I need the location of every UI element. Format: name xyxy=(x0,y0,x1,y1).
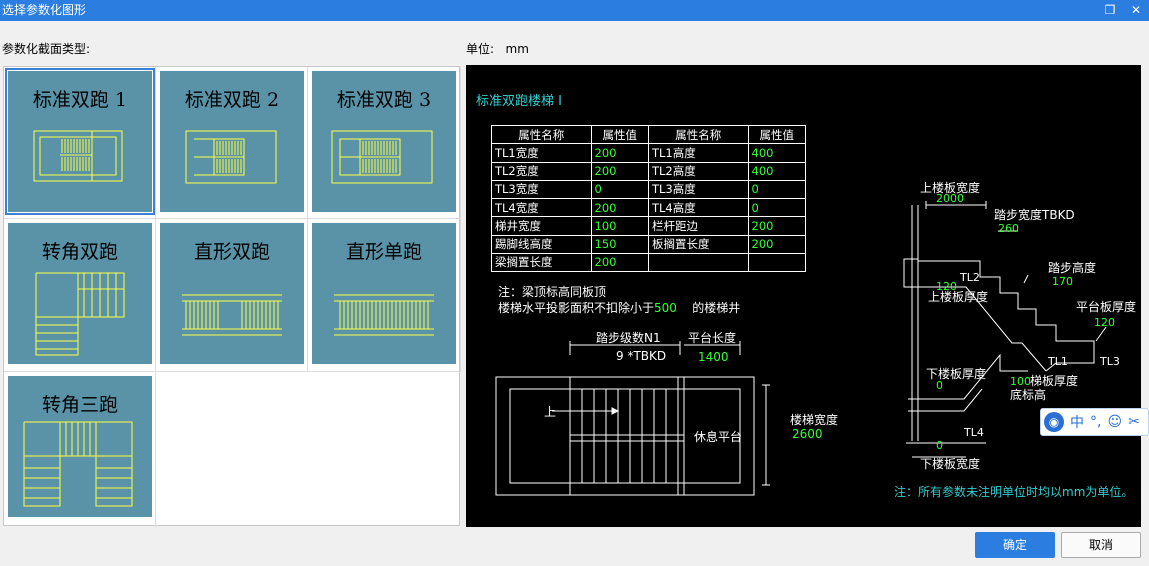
window-title: 选择参数化图形 xyxy=(2,3,87,17)
tile-standard-double-3[interactable]: 标准双跑 3 xyxy=(308,67,461,219)
stair-width-label: 楼梯宽度 xyxy=(790,413,839,427)
restore-icon[interactable]: ❐ xyxy=(1097,0,1123,21)
tl1-label: TL1 xyxy=(1048,355,1068,368)
ime-emoji-icon[interactable]: ☺ xyxy=(1107,414,1122,430)
stair-drawing xyxy=(495,201,1107,496)
rest-platform-label: 休息平台 xyxy=(694,430,743,444)
stair-thickness-label: 梯板厚度 xyxy=(1030,374,1079,388)
section-type-gallery: 标准双跑 1 标准双跑 2 标准双跑 3 转角双跑 直形双跑 直形单跑 转角三跑 xyxy=(3,66,461,527)
stair-thumbnail-icon xyxy=(185,130,277,184)
ime-toolbar[interactable]: ◉ 中 °, ☺ ✂ xyxy=(1040,408,1149,436)
tread-width-value: 260 xyxy=(998,222,1019,235)
tread-height-value: 170 xyxy=(1052,275,1073,288)
unit-value: mm xyxy=(505,42,529,56)
bottom-slab-thickness-label: 下楼板厚度 xyxy=(926,367,987,381)
title-bar: 选择参数化图形 ❐ ✕ xyxy=(0,0,1149,21)
bottom-elevation-label: 底标高 xyxy=(1010,388,1047,402)
ok-button[interactable]: 确定 xyxy=(975,532,1055,558)
tread-width-label: 踏步宽度TBKD xyxy=(994,208,1075,222)
ime-mode[interactable]: 中 xyxy=(1070,412,1084,432)
stair-thumbnail-icon xyxy=(23,421,133,507)
steps-value: 9 *TBKD xyxy=(616,349,667,363)
platform-thickness-label: 平台板厚度 xyxy=(1076,300,1137,314)
stair-thumbnail-icon xyxy=(334,294,434,336)
ime-punctuation-icon[interactable]: °, xyxy=(1090,414,1101,430)
val-100: 100 xyxy=(1010,375,1031,388)
tile-corner-triple[interactable]: 转角三跑 xyxy=(4,372,156,527)
tl3-label: TL3 xyxy=(1100,355,1120,368)
tile-straight-double[interactable]: 直形双跑 xyxy=(156,219,308,372)
val-0b: 0 xyxy=(936,439,943,452)
ime-logo-icon[interactable]: ◉ xyxy=(1044,412,1064,432)
cancel-button[interactable]: 取消 xyxy=(1061,532,1141,558)
tl2-label: TL2 xyxy=(960,271,980,284)
steps-label: 踏步级数N1 xyxy=(596,331,661,345)
top-slab-width-value: 2000 xyxy=(936,192,964,205)
preview-canvas: 标准双跑楼梯 I 属性名称 属性值 属性名称 属性值 TL1宽度 200 TL1高度… xyxy=(466,65,1141,527)
platform-length-value: 1400 xyxy=(698,350,729,364)
stair-width-value: 2600 xyxy=(792,427,823,441)
top-slab-thickness-label: 上楼板厚度 xyxy=(928,290,989,304)
close-icon[interactable]: ✕ xyxy=(1123,0,1149,21)
ime-scissors-icon[interactable]: ✂ xyxy=(1128,414,1140,430)
units-footnote: 注：所有参数未注明单位时均以mm为单位。 xyxy=(894,485,1134,499)
stair-thumbnail-icon xyxy=(331,130,433,184)
platform-length-label: 平台长度 xyxy=(688,331,737,345)
tile-straight-single[interactable]: 直形单跑 xyxy=(308,219,461,372)
section-type-label: 参数化截面类型: xyxy=(2,42,91,56)
tread-height-label: 踏步高度 xyxy=(1048,261,1097,275)
stair-thumbnail-icon xyxy=(35,272,125,356)
val-120b: 120 xyxy=(1094,316,1115,329)
stair-thumbnail-icon xyxy=(33,130,123,182)
tile-standard-double-2[interactable]: 标准双跑 2 xyxy=(156,67,308,219)
tl4-label: TL4 xyxy=(964,426,984,439)
stair-thumbnail-icon xyxy=(182,294,282,336)
tile-standard-double-1[interactable]: 标准双跑 1 xyxy=(4,67,156,219)
tile-corner-double[interactable]: 转角双跑 xyxy=(4,219,156,372)
unit-label: 单位: mm xyxy=(466,42,529,56)
up-label: 上 xyxy=(544,405,557,419)
bottom-slab-width-label: 下楼板宽度 xyxy=(920,457,981,471)
val-0a: 0 xyxy=(936,379,943,392)
